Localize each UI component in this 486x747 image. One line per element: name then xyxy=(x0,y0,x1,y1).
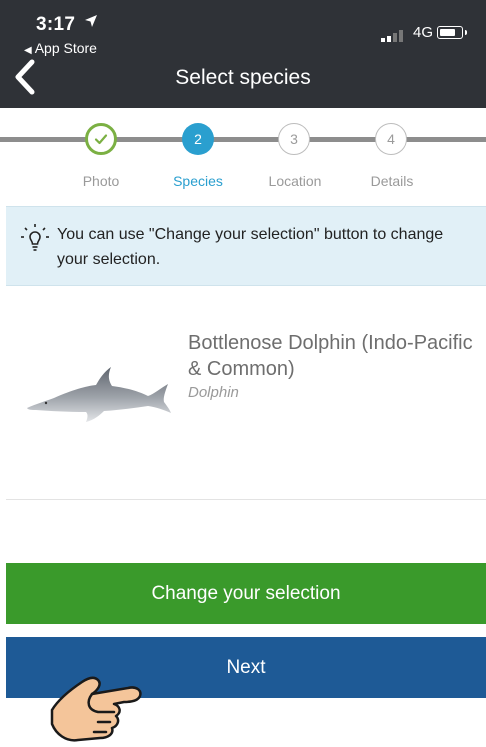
selected-species-card[interactable]: Bottlenose Dolphin (Indo-Pacific & Commo… xyxy=(6,288,486,500)
status-time: 3:17 xyxy=(36,14,76,35)
back-app-label: App Store xyxy=(34,40,97,56)
pointing-hand-icon xyxy=(50,676,142,742)
tip-text: You can use "Change your selection" butt… xyxy=(57,226,444,268)
status-bar: 3:17 ◀ App Store 4G Select species xyxy=(0,0,486,108)
step-species-indicator[interactable]: 2 xyxy=(182,123,214,155)
step-details-label: Details xyxy=(370,173,414,189)
dolphin-image xyxy=(27,367,171,422)
change-selection-button[interactable]: Change your selection xyxy=(6,563,486,624)
battery-icon xyxy=(437,26,467,39)
cellular-signal-icon xyxy=(381,30,403,42)
step-location-indicator[interactable]: 3 xyxy=(278,123,310,155)
species-name: Bottlenose Dolphin (Indo-Pacific & Commo… xyxy=(188,332,473,380)
step-species-label: Species xyxy=(173,173,223,189)
back-triangle-icon: ◀ xyxy=(24,45,32,56)
lightbulb-icon xyxy=(21,224,49,251)
page-title: Select species xyxy=(175,66,311,89)
step-photo-indicator[interactable] xyxy=(85,123,117,155)
step-photo-label: Photo xyxy=(82,173,120,189)
step-details-indicator[interactable]: 4 xyxy=(375,123,407,155)
species-type: Dolphin xyxy=(188,384,239,401)
network-type: 4G xyxy=(413,24,434,41)
progress-stepper: 2 3 4 Photo Species Location Details xyxy=(0,110,486,200)
location-arrow-icon xyxy=(85,15,97,27)
check-icon xyxy=(94,134,108,145)
stepper-track xyxy=(0,137,486,142)
tip-banner: You can use "Change your selection" butt… xyxy=(6,206,486,286)
back-to-app-store-link[interactable]: ◀ App Store xyxy=(24,40,97,56)
step-location-label: Location xyxy=(268,173,322,189)
